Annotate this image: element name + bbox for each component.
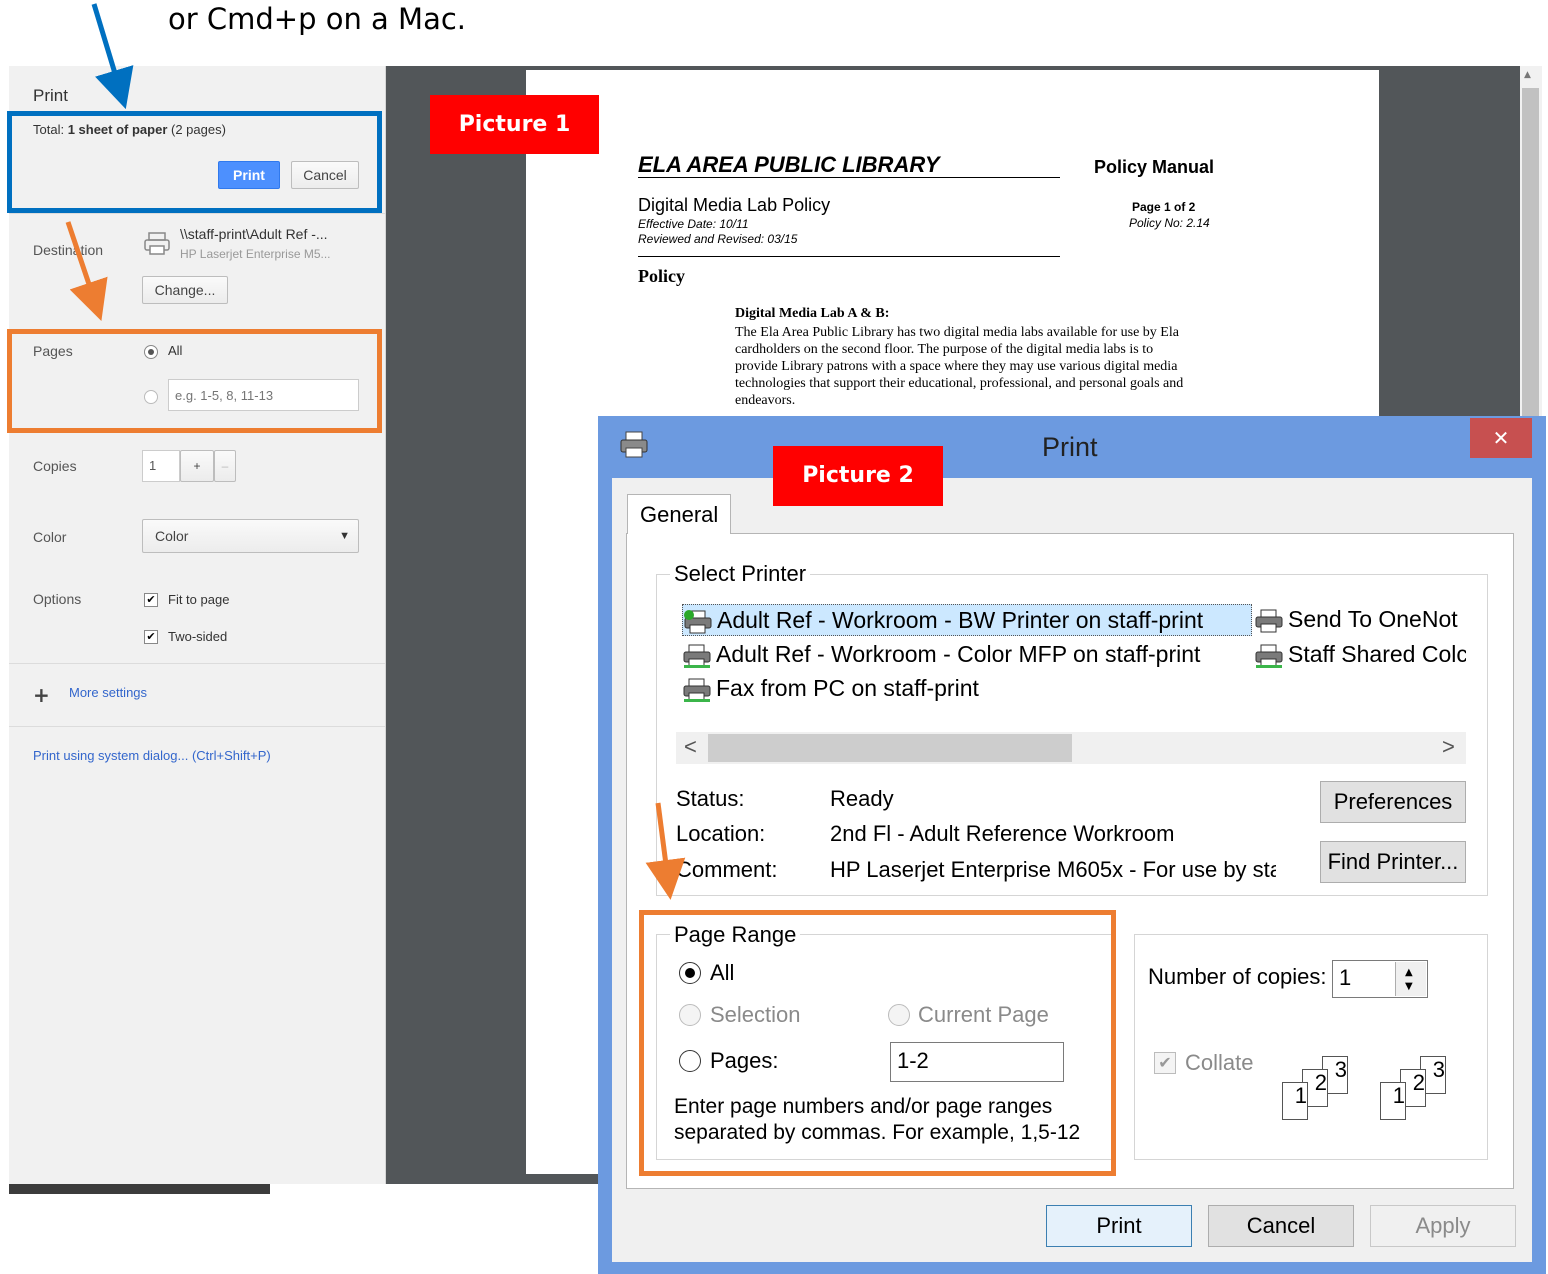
tab-general[interactable]: General (627, 494, 731, 534)
annotation-arrows (65, 3, 686, 900)
